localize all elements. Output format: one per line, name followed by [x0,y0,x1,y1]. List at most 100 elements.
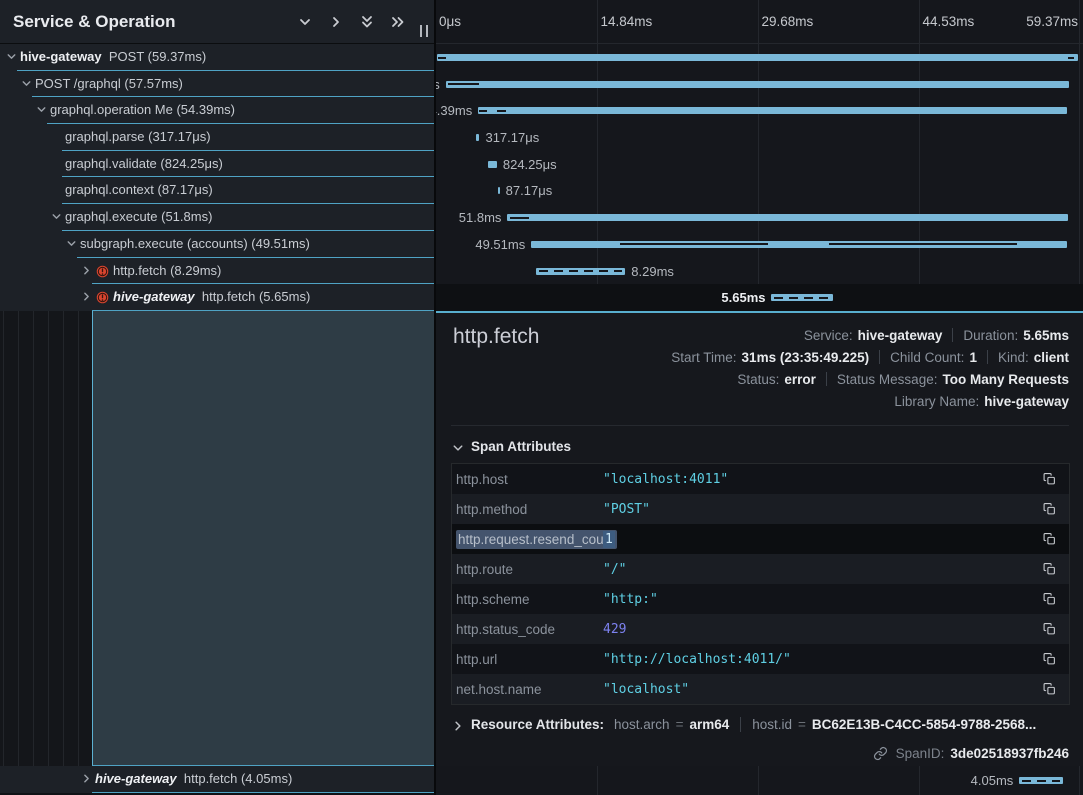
chevron-right-icon[interactable] [80,290,93,303]
attribute-key: net.host.name [452,682,603,697]
attribute-key: http.status_code [452,622,603,637]
span-bar[interactable] [476,134,479,141]
chevron-right-icon [452,720,464,732]
chevron-down-icon[interactable] [5,50,18,63]
gantt-row[interactable]: 8.29ms [436,258,1083,285]
span-bar[interactable] [1019,777,1063,784]
tree-row[interactable]: POST /graphql (57.57ms) [0,71,434,98]
duration-label: 8.29ms [631,264,674,279]
tree-row[interactable]: graphql.validate (824.25μs) [0,151,434,178]
tree-row[interactable]: hive-gateway POST (59.37ms) [0,44,434,71]
splitter-grip-icon[interactable] [420,25,428,37]
gantt-row[interactable]: 54.39ms [436,97,1083,124]
span-detail-title: http.fetch [453,325,539,349]
attribute-key: http.host [452,472,603,487]
gantt-bottom-row: 4.05ms [436,766,1083,795]
duration-label: 87.17μs [506,183,553,198]
span-attributes-header[interactable]: Span Attributes [452,439,571,454]
tree-row[interactable]: hive-gateway http.fetch (4.05ms) [0,766,434,793]
copy-icon[interactable] [1041,500,1058,518]
chevrons-down-icon[interactable] [359,14,375,30]
attribute-row[interactable]: http.status_code429 [452,614,1069,644]
span-name-label: http.fetch (8.29ms) [113,263,221,278]
span-bar[interactable] [771,294,832,301]
copy-icon[interactable] [1041,590,1058,608]
attribute-row[interactable]: http.method"POST" [452,494,1069,524]
gantt-row[interactable]: 5.65ms [436,284,1083,311]
meta-item: Library Name:hive-gateway [894,394,1069,409]
copy-icon[interactable] [1041,530,1058,548]
span-bar[interactable] [536,268,626,275]
tree-row[interactable]: hive-gateway http.fetch (5.65ms) [0,284,434,311]
span-name-label: POST /graphql (57.57ms) [35,76,183,91]
self-time-segment [438,57,446,59]
attribute-row[interactable]: net.host.name"localhost" [452,674,1069,704]
chevron-down-icon [452,442,464,454]
resource-attribute: host.arch=arm64 [614,717,729,732]
ruler-tick-label: 44.53ms [923,14,975,29]
timeline-panel: 0μs14.84ms29.68ms44.53ms59.37ms 57.57ms5… [436,0,1083,795]
attribute-value: "POST" [603,502,1041,517]
chevron-down-icon[interactable] [35,103,48,116]
chevron-down-icon[interactable] [20,77,33,90]
copy-icon[interactable] [1041,470,1058,488]
copy-icon[interactable] [1041,680,1058,698]
span-bar[interactable] [507,214,1068,221]
chevrons-right-icon[interactable] [390,14,406,30]
attribute-key: http.route [452,562,603,577]
attribute-row[interactable]: http.url"http://localhost:4011/" [452,644,1069,674]
copy-icon[interactable] [1041,620,1058,638]
span-name-label: subgraph.execute (accounts) (49.51ms) [80,236,310,251]
resource-attributes-row[interactable]: Resource Attributes: host.arch=arm64host… [452,717,1036,732]
link-icon[interactable] [873,746,888,761]
span-bar[interactable] [446,81,1069,88]
span-bar[interactable] [488,161,497,168]
span-bar[interactable] [437,54,1079,61]
gantt-row[interactable]: 4.05ms [436,766,1083,795]
chevron-right-icon[interactable] [328,14,344,30]
chevron-down-icon[interactable] [50,210,63,223]
span-attributes-table: http.host"localhost:4011"http.method"POS… [451,463,1070,705]
duration-label: 51.8ms [459,210,502,225]
detail-meta-line: Status:errorStatus Message:Too Many Requ… [671,368,1069,390]
trace-viewer: Service & Operation hive-gateway POST (5… [0,0,1083,795]
attribute-key: http.request.resend_count [452,532,603,547]
attribute-row[interactable]: http.route"/" [452,554,1069,584]
tree-row[interactable]: subgraph.execute (accounts) (49.51ms) [0,231,434,258]
span-name-label: graphql.context (87.17μs) [65,182,213,197]
chevron-down-icon[interactable] [297,14,313,30]
attribute-row[interactable]: http.request.resend_count1 [452,524,1069,554]
resource-attributes-items: host.arch=arm64host.id=BC62E13B-C4CC-585… [614,717,1036,732]
meta-separator [987,350,988,364]
gantt-row[interactable]: 51.8ms [436,204,1083,231]
copy-icon[interactable] [1041,650,1058,668]
tree-row[interactable]: graphql.parse (317.17μs) [0,124,434,151]
meta-item: Status Message:Too Many Requests [837,372,1069,387]
tree-row[interactable]: graphql.context (87.17μs) [0,177,434,204]
detail-divider [451,425,1069,426]
tree-row[interactable]: graphql.execute (51.8ms) [0,204,434,231]
span-bar[interactable] [498,187,500,194]
tree-row[interactable]: http.fetch (8.29ms) [0,258,434,285]
gantt-row[interactable] [436,44,1083,71]
gantt-row[interactable]: 57.57ms [436,71,1083,98]
attribute-row[interactable]: http.host"localhost:4011" [452,464,1069,494]
attribute-row[interactable]: http.scheme"http:" [452,584,1069,614]
span-tree: hive-gateway POST (59.37ms) POST /graphql… [0,44,434,311]
span-bar[interactable] [478,107,1067,114]
gantt-row[interactable]: 87.17μs [436,177,1083,204]
resource-separator [740,717,741,732]
copy-icon[interactable] [1041,560,1058,578]
chevron-down-icon[interactable] [65,237,78,250]
chevron-right-icon[interactable] [80,264,93,277]
duration-label: 5.65ms [721,290,765,305]
gantt-row[interactable]: 824.25μs [436,151,1083,178]
tree-row[interactable]: graphql.operation Me (54.39ms) [0,97,434,124]
gantt-row[interactable]: 49.51ms [436,231,1083,258]
span-id-row: SpanID: 3de02518937fb246 [873,746,1069,761]
attribute-key: http.url [452,652,603,667]
chevron-right-icon[interactable] [80,772,93,785]
self-time-segment [510,217,529,219]
span-bar[interactable] [531,241,1067,248]
gantt-row[interactable]: 317.17μs [436,124,1083,151]
